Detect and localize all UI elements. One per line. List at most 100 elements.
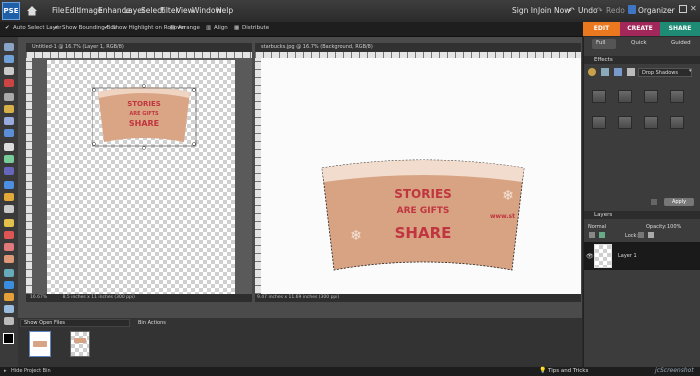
layer-styles-icon[interactable]	[588, 68, 596, 76]
filters-icon[interactable]	[601, 68, 609, 76]
effect-thumb-4[interactable]	[670, 90, 684, 103]
subtab-full[interactable]: Full	[596, 40, 605, 46]
eyedropper-tool-icon[interactable]	[4, 79, 14, 87]
effect-thumb-8[interactable]	[670, 116, 684, 129]
visibility-eye-icon[interactable]: 👁	[586, 253, 594, 260]
left-sleeve-image[interactable]: STORIES ARE GIFTS SHARE	[92, 84, 197, 152]
hand-tool-icon[interactable]	[4, 67, 14, 75]
close-window-button[interactable]: ✕	[690, 4, 697, 13]
highlight-checkbox[interactable]: ✔	[104, 25, 109, 31]
left-vertical-scrollbar[interactable]	[245, 58, 251, 294]
sign-in-link[interactable]: Sign In	[512, 6, 538, 15]
tab-create[interactable]: CREATE	[620, 22, 660, 36]
right-sleeve-line1: STORIES	[394, 187, 452, 201]
tab-share[interactable]: SHARE	[660, 22, 700, 36]
menu-help[interactable]: Help	[216, 6, 233, 15]
right-document-title[interactable]: starbucks.jpg @ 16.7% (Background, RGB/8…	[255, 43, 581, 52]
effect-thumb-1[interactable]	[592, 90, 606, 103]
subtab-quick[interactable]: Quick	[631, 40, 647, 46]
paint-bucket-tool-icon[interactable]	[4, 269, 14, 277]
effect-thumb-6[interactable]	[618, 116, 632, 129]
gradient-tool-icon[interactable]	[4, 281, 14, 289]
minimize-button[interactable]: –	[670, 6, 674, 14]
redo-button[interactable]: Redo	[606, 6, 625, 15]
tab-edit[interactable]: EDIT	[583, 22, 620, 36]
align-icon: ▥	[206, 25, 212, 31]
menu-edit[interactable]: Edit	[65, 6, 80, 15]
bin-thumbnail-1[interactable]	[29, 331, 51, 357]
lock-transparency-icon[interactable]	[638, 232, 644, 238]
left-zoom-value[interactable]: 16.67%	[30, 295, 47, 300]
opacity-label: Opacity:	[646, 224, 667, 230]
zoom-tool-icon[interactable]	[4, 55, 14, 63]
align-button[interactable]: Align	[214, 25, 228, 31]
layer-name[interactable]: Layer 1	[618, 253, 637, 259]
new-layer-icon[interactable]	[589, 232, 595, 238]
quick-selection-tool-icon[interactable]	[4, 129, 14, 137]
right-sleeve-image[interactable]: STORIES ARE GIFTS SHARE www.st ❄ ❄	[318, 158, 528, 276]
healing-brush-tool-icon[interactable]	[4, 193, 14, 201]
home-icon[interactable]	[26, 5, 38, 16]
layers-panel-header[interactable]: Layers	[584, 211, 700, 219]
effect-thumb-3[interactable]	[644, 90, 658, 103]
crop-tool-icon[interactable]	[4, 155, 14, 163]
cookie-cutter-tool-icon[interactable]	[4, 167, 14, 175]
marquee-tool-icon[interactable]	[4, 93, 14, 101]
show-open-files-value: Show Open Files	[24, 320, 65, 326]
effect-thumb-5[interactable]	[592, 116, 606, 129]
redo-icon: ↷	[596, 6, 603, 15]
foreground-color-swatch[interactable]	[3, 333, 14, 344]
bounding-box-checkbox[interactable]: ✔	[54, 25, 59, 31]
maximize-button[interactable]	[679, 5, 687, 13]
lock-label: Lock:	[625, 233, 639, 239]
type-tool-icon[interactable]	[4, 143, 14, 151]
right-sleeve-line2: ARE GIFTS	[397, 206, 450, 216]
lightbulb-icon: 💡	[539, 367, 547, 374]
move-tool-icon[interactable]	[4, 43, 14, 51]
organizer-icon	[628, 5, 636, 14]
shape-tool-icon[interactable]	[4, 293, 14, 301]
sponge-tool-icon[interactable]	[4, 317, 14, 325]
subtab-guided[interactable]: Guided	[671, 40, 691, 46]
tips-and-tricks-button[interactable]: Tips and Tricks	[548, 368, 588, 374]
all-effects-icon[interactable]	[627, 68, 635, 76]
distribute-button[interactable]: Distribute	[242, 25, 269, 31]
red-eye-tool-icon[interactable]	[4, 181, 14, 189]
left-document-title[interactable]: Untitled-1 @ 16.7% (Layer 1, RGB/8)	[26, 43, 252, 52]
brush-tool-icon[interactable]	[4, 243, 14, 251]
arrange-button[interactable]: Arrange	[178, 25, 200, 31]
hide-project-bin-button[interactable]: Hide Project Bin	[11, 368, 51, 374]
toolbox	[0, 37, 19, 367]
smart-brush-tool-icon[interactable]	[4, 255, 14, 263]
snowflake-left-icon: ❄	[350, 228, 362, 244]
bin-actions-button[interactable]: Bin Actions	[138, 320, 166, 326]
dropdown-arrow-icon: ▾	[689, 68, 692, 74]
bin-thumbnail-2[interactable]	[70, 331, 90, 357]
opacity-value[interactable]: 100%	[667, 224, 681, 230]
auto-select-checkbox[interactable]: ✔	[5, 25, 10, 31]
lock-all-icon[interactable]	[648, 232, 654, 238]
apply-button[interactable]: Apply	[664, 198, 694, 206]
show-open-files-dropdown[interactable]: Show Open Files	[20, 319, 130, 327]
pencil-tool-icon[interactable]	[4, 219, 14, 227]
undo-button[interactable]: Undo	[578, 6, 598, 15]
app-logo: PSE	[2, 2, 20, 20]
effect-thumb-2[interactable]	[618, 90, 632, 103]
effects-category-dropdown[interactable]: Drop Shadows	[638, 68, 692, 77]
left-sleeve-line2: ARE GIFTS	[129, 111, 159, 117]
adjustment-layer-icon[interactable]	[599, 232, 605, 238]
blend-mode-dropdown[interactable]: Normal	[588, 224, 606, 230]
join-now-link[interactable]: Join Now	[538, 6, 570, 15]
left-doc-info: 8.5 inches x 11 inches (300 ppi)	[62, 295, 135, 300]
snowflake-right-icon: ❄	[502, 188, 514, 204]
magic-wand-tool-icon[interactable]	[4, 117, 14, 125]
photo-effects-icon[interactable]	[614, 68, 622, 76]
watermark-text: jcScreenshot	[655, 367, 694, 374]
effect-thumb-7[interactable]	[644, 116, 658, 129]
clone-stamp-tool-icon[interactable]	[4, 205, 14, 213]
menu-file[interactable]: File	[52, 6, 65, 15]
blur-tool-icon[interactable]	[4, 305, 14, 313]
eraser-tool-icon[interactable]	[4, 231, 14, 239]
lasso-tool-icon[interactable]	[4, 105, 14, 113]
effects-panel-header[interactable]: Effects	[584, 56, 700, 64]
